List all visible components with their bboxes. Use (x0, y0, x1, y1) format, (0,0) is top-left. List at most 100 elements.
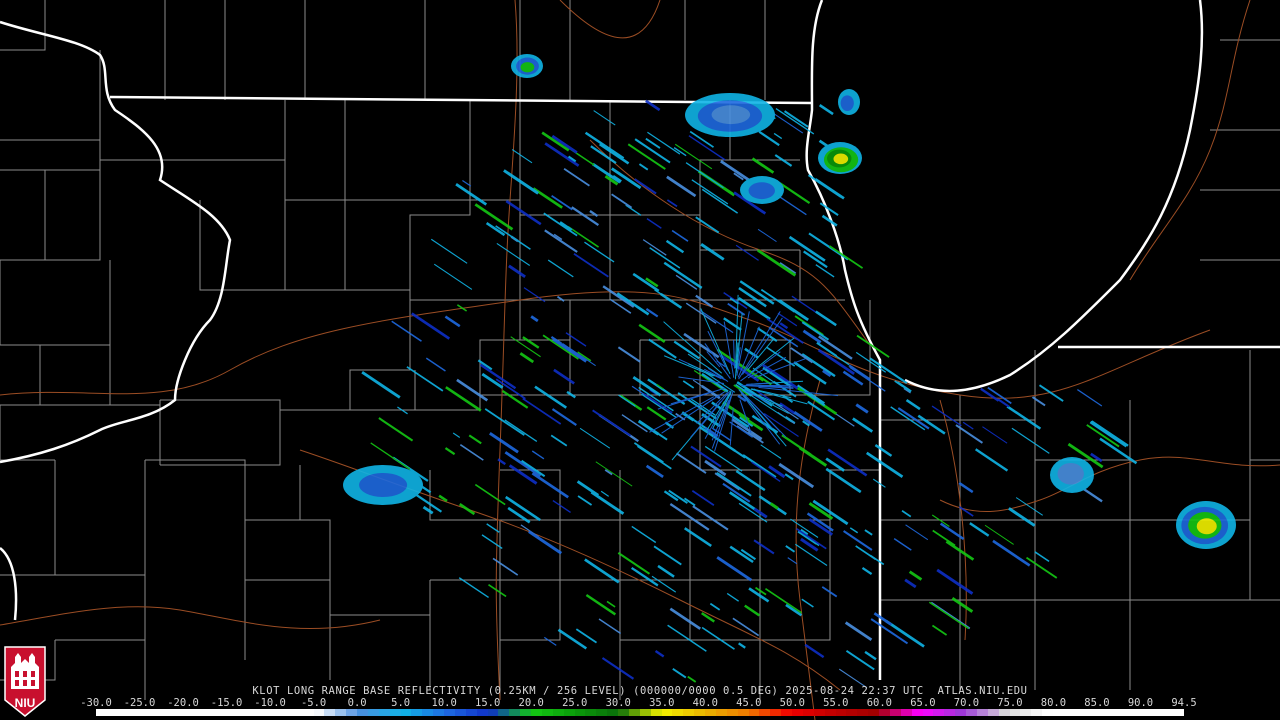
scale-label: 60.0 (866, 697, 893, 709)
colorbar-cell (139, 709, 151, 716)
colorbar-cell (465, 709, 477, 716)
colorbar-cell (193, 709, 205, 716)
scale-label: 50.0 (779, 697, 805, 709)
colorbar-cell (563, 709, 575, 716)
colorbar-cell (96, 709, 107, 716)
colorbar-cell (976, 709, 988, 716)
scale-label: 5.0 (391, 697, 411, 709)
colorbar-cell (1118, 709, 1130, 716)
colorbar-cell (879, 709, 890, 716)
logo-text: NIU (15, 696, 36, 710)
colorbar-cell (106, 709, 118, 716)
colorbar-cell (117, 709, 129, 716)
colorbar-cell (1161, 709, 1173, 716)
colorbar-cell (770, 709, 782, 716)
storm-cell (833, 153, 849, 165)
storm-cell (520, 62, 535, 73)
colorbar-cell (520, 709, 531, 716)
colorbar-cell (628, 709, 640, 716)
colorbar-cell (324, 709, 336, 716)
colorbar-cell (726, 709, 738, 716)
colorbar-cell (683, 709, 695, 716)
colorbar-cell (270, 709, 281, 716)
colorbar-cell (531, 709, 542, 716)
scale-labels: -30.0 -25.0 -20.0 -15.0 -10.0 -5.0 0.0 5.0 10.0 1… (80, 697, 1196, 709)
scale-label: 85.0 (1084, 697, 1110, 709)
colorbar-cell (400, 709, 412, 716)
colorbar-cell (280, 709, 292, 716)
colorbar-cell (987, 709, 999, 716)
scale-label: 25.0 (562, 697, 588, 709)
colorbar-cell (1096, 709, 1108, 716)
colorbar-cell (389, 709, 401, 716)
scale-label: -30.0 (80, 697, 112, 709)
storm-cell (359, 472, 408, 497)
colorbar-cell (835, 709, 847, 716)
colorbar-cell (596, 709, 608, 716)
colorbar-cell (357, 709, 368, 716)
colorbar-cell (857, 709, 869, 716)
colorbar-cell (411, 709, 423, 716)
storm-cell (840, 95, 854, 111)
storm-cell (711, 105, 751, 125)
scale-label: 55.0 (823, 697, 849, 709)
colorbar-cell (1053, 709, 1064, 716)
scale-label: -10.0 (254, 697, 286, 709)
colorbar-cell (715, 709, 727, 716)
storm-cell (1057, 462, 1084, 485)
scale-label: 40.0 (692, 697, 718, 709)
scale-label: 94.5 (1171, 697, 1197, 709)
scale-label: 30.0 (605, 697, 631, 709)
colorbar-cell (259, 709, 270, 716)
colorbar-cell (128, 709, 140, 716)
colorbar-cell (487, 709, 499, 716)
colorbar-cell (161, 709, 173, 716)
storm-cell (748, 182, 775, 200)
colorbar-cell (183, 709, 194, 716)
colorbar-cell (639, 709, 651, 716)
colorbar-cell (378, 709, 390, 716)
niu-logo: NIU (4, 646, 46, 717)
colorbar-cell (672, 709, 684, 716)
colorbar-cell (998, 709, 1010, 716)
scale-label: 35.0 (649, 697, 675, 709)
storm-cell (1196, 518, 1217, 535)
colorbar-cell (889, 709, 901, 716)
colorbar-cell (955, 709, 966, 716)
colorbar-cell (1063, 709, 1075, 716)
colorbar-cell (215, 709, 227, 716)
scale-label: 45.0 (736, 697, 762, 709)
colorbar-cell (1020, 709, 1032, 716)
colorbar-cell (585, 709, 597, 716)
colorbar-cell (1140, 709, 1151, 716)
colorbar-cell (476, 709, 488, 716)
colorbar-cell (367, 709, 379, 716)
colorbar-cell (1031, 709, 1043, 716)
colorbar-cell (911, 709, 923, 716)
colorbar-cell (1129, 709, 1140, 716)
scale-label: -20.0 (167, 697, 199, 709)
scale-label: 10.0 (431, 697, 457, 709)
scale-label: 90.0 (1127, 697, 1154, 709)
colorbar-cell (1150, 709, 1162, 716)
colorbar-cell (748, 709, 760, 716)
colorbar-cell (846, 709, 858, 716)
colorbar-cell (509, 709, 521, 716)
colorbar-cell (444, 709, 455, 716)
scale-label: 15.0 (475, 697, 501, 709)
colorbar-cell (335, 709, 347, 716)
colorbar-cell (694, 709, 705, 716)
colorbar-cell (933, 709, 945, 716)
radar-map (0, 0, 1280, 720)
scale-label: 20.0 (518, 697, 544, 709)
scale-label: -5.0 (300, 697, 327, 709)
colorbar-cell (422, 709, 434, 716)
colorbar-cell (237, 709, 249, 716)
scale-label: 75.0 (997, 697, 1023, 709)
colorbar-cell (824, 709, 836, 716)
colorbar-cell (1009, 709, 1021, 716)
colorbar-cell (944, 709, 956, 716)
reflectivity-colorbar (96, 709, 1184, 716)
scale-label: 0.0 (347, 697, 367, 709)
colorbar-cell (661, 709, 673, 716)
